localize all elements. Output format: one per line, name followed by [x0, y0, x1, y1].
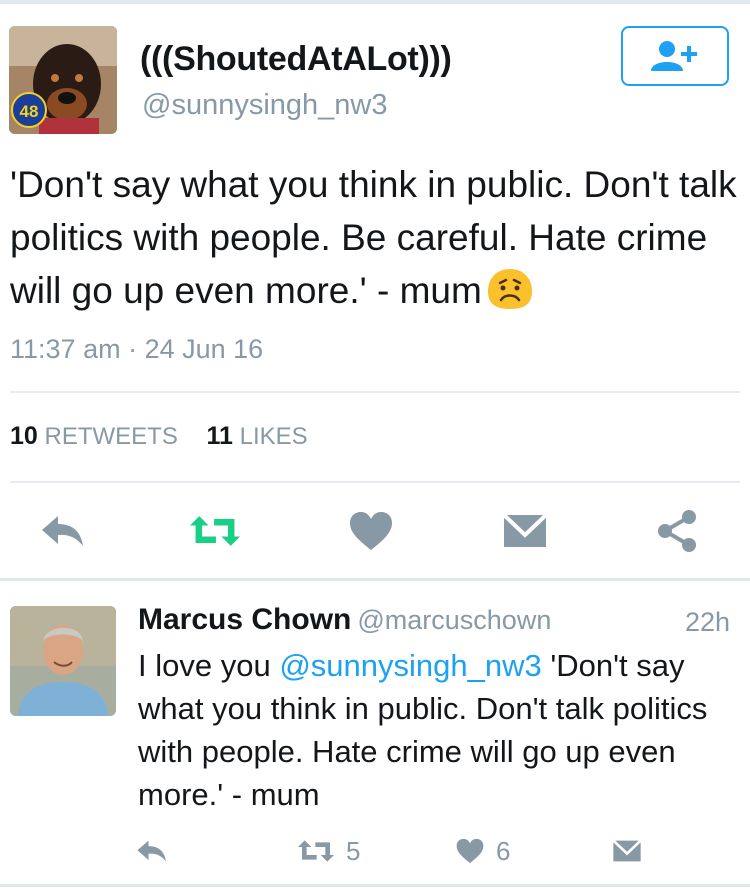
avatar-badge: 48	[20, 102, 39, 121]
like-icon	[456, 838, 484, 864]
divider	[10, 391, 740, 393]
like-icon	[350, 512, 392, 550]
tweet-body: 'Don't say what you think in public. Don…	[10, 164, 737, 311]
reply-avatar[interactable]	[10, 606, 116, 716]
retweet-stat[interactable]: 10 RETWEETS	[10, 422, 178, 451]
reply-retweet-button[interactable]: 5	[298, 834, 360, 868]
reply-like-button[interactable]: 6	[456, 834, 510, 868]
reply-text-prefix: I love you	[138, 648, 280, 683]
worried-face-icon	[486, 267, 534, 325]
reply-display-name[interactable]: Marcus Chown	[138, 603, 351, 636]
reply-icon	[42, 516, 83, 546]
share-button[interactable]	[652, 508, 702, 554]
like-count: 11	[206, 422, 233, 450]
tweet-stats: 10 RETWEETS 11 LIKES	[10, 422, 330, 451]
reply-reply-button[interactable]	[136, 834, 168, 868]
follow-button[interactable]	[621, 26, 729, 86]
like-button[interactable]	[346, 508, 396, 554]
direct-message-button[interactable]	[500, 508, 550, 554]
user-handle[interactable]: @sunnysingh_nw3	[142, 89, 387, 122]
section-divider	[0, 578, 750, 581]
reply-message-button[interactable]	[612, 834, 642, 868]
reply-header: Marcus Chown @marcuschown 22h	[138, 603, 730, 637]
reply-icon	[137, 840, 166, 862]
divider	[10, 481, 740, 483]
tweet-text: 'Don't say what you think in public. Don…	[10, 158, 740, 325]
like-label: LIKES	[239, 423, 308, 450]
bottom-divider	[0, 884, 750, 887]
reply-time[interactable]: 22h	[685, 607, 730, 638]
top-divider	[0, 0, 750, 4]
retweet-button[interactable]	[190, 508, 240, 554]
message-icon	[502, 513, 548, 547]
reply-retweet-count: 5	[346, 835, 361, 866]
retweet-icon	[190, 516, 240, 546]
message-icon	[612, 839, 642, 862]
add-user-icon	[651, 41, 697, 71]
reply-avatar-image	[10, 606, 116, 716]
reply-like-count: 6	[496, 835, 511, 866]
retweet-count: 10	[10, 422, 38, 450]
share-icon	[658, 510, 696, 552]
avatar[interactable]: 48	[9, 26, 117, 134]
display-name[interactable]: (((ShoutedAtALot)))	[140, 40, 452, 79]
mention-link[interactable]: @sunnysingh_nw3	[279, 648, 541, 683]
retweet-label: RETWEETS	[44, 423, 178, 450]
reply-handle[interactable]: @marcuschown	[357, 605, 551, 635]
reply-button[interactable]	[38, 508, 88, 554]
tweet-timestamp[interactable]: 11:37 am · 24 Jun 16	[10, 334, 263, 365]
like-stat[interactable]: 11 LIKES	[207, 422, 308, 451]
reply-text: I love you @sunnysingh_nw3 'Don't say wh…	[138, 644, 738, 816]
retweet-icon	[298, 840, 334, 862]
avatar-dog-image: 48	[9, 26, 117, 134]
